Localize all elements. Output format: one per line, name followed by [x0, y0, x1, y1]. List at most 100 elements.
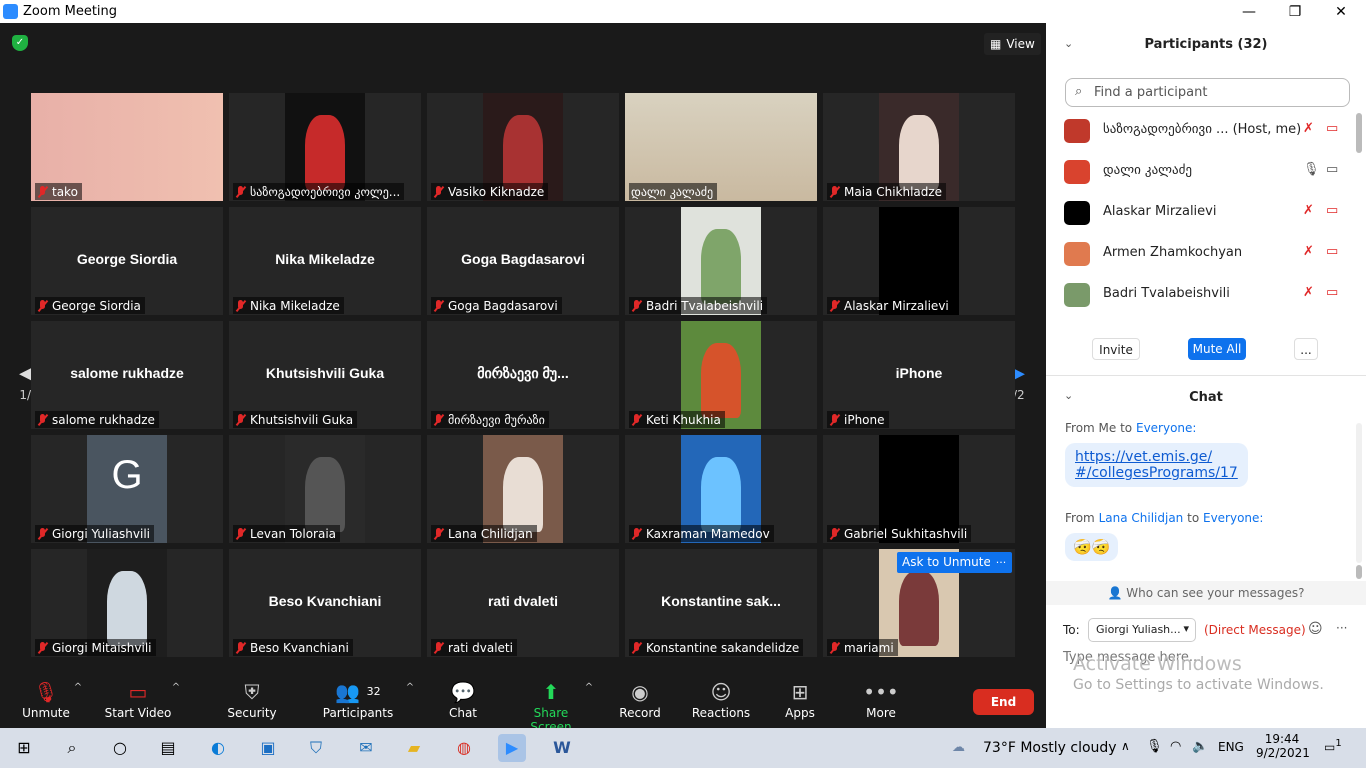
task-view-icon[interactable]: ▤: [154, 734, 182, 762]
video-tile[interactable]: Gabriel Sukhitashvili: [823, 435, 1015, 543]
search-icon[interactable]: ⌕: [58, 734, 86, 762]
chat-link[interactable]: https://vet.emis.ge/#/collegesPrograms/1…: [1075, 449, 1238, 481]
record-button[interactable]: ◉ Record: [614, 678, 666, 720]
restore-button[interactable]: ❐: [1272, 0, 1318, 23]
participant-search-input[interactable]: ⌕ Find a participant: [1065, 78, 1350, 107]
language-indicator[interactable]: ENG: [1218, 740, 1244, 754]
video-options-caret[interactable]: ^: [170, 682, 182, 693]
video-off-icon[interactable]: ▭: [1326, 285, 1338, 300]
participants-more-button[interactable]: ...: [1294, 338, 1318, 360]
video-tile[interactable]: George Siordia George Siordia: [31, 207, 223, 315]
chat-scrollbar[interactable]: [1356, 565, 1362, 579]
video-tile[interactable]: Beso Kvanchiani Beso Kvanchiani: [229, 549, 421, 657]
video-off-icon[interactable]: ▭: [1326, 244, 1338, 259]
mic-muted-icon[interactable]: ✗: [1303, 244, 1314, 259]
msg2-to[interactable]: Everyone:: [1203, 511, 1263, 525]
view-button[interactable]: ▦ View: [984, 33, 1041, 55]
security-button[interactable]: ⛨ Security: [222, 678, 282, 720]
invite-button[interactable]: Invite: [1092, 338, 1140, 360]
reactions-button[interactable]: ☺ Reactions: [690, 678, 752, 720]
video-tile[interactable]: Konstantine sak... Konstantine sakandelid…: [625, 549, 817, 657]
video-tile[interactable]: iPhone iPhone: [823, 321, 1015, 429]
edge-icon[interactable]: ◐: [204, 734, 232, 762]
video-tile[interactable]: Goga Bagdasarovi Goga Bagdasarovi: [427, 207, 619, 315]
share-options-caret[interactable]: ^: [583, 682, 595, 693]
more-button[interactable]: ••• More: [860, 678, 902, 720]
participant-row[interactable]: Badri Tvalabeishvili ✗ ▭: [1046, 275, 1356, 315]
tile-more-button[interactable]: ···: [990, 552, 1012, 573]
link-line-2[interactable]: #/collegesPrograms/17: [1075, 465, 1238, 481]
participant-row[interactable]: დალი კალაძე 🎙 ▭: [1046, 152, 1356, 192]
notification-center-icon[interactable]: ▭1: [1324, 738, 1344, 754]
close-button[interactable]: ✕: [1318, 0, 1364, 23]
video-off-icon[interactable]: ▭: [1326, 121, 1338, 136]
video-tile[interactable]: დალი კალაძე: [625, 93, 817, 201]
emoji-icon[interactable]: ☺: [1308, 621, 1323, 637]
chat-button[interactable]: 💬 Chat: [440, 678, 486, 720]
end-meeting-button[interactable]: End: [973, 689, 1034, 715]
video-tile[interactable]: Khutsishvili Guka Khutsishvili Guka: [229, 321, 421, 429]
zoom-taskbar-icon[interactable]: ▶: [498, 734, 526, 762]
cortana-icon[interactable]: ○: [106, 734, 134, 762]
chrome-icon[interactable]: ◍: [450, 734, 478, 762]
video-icon[interactable]: ▭: [1326, 162, 1338, 177]
minimize-button[interactable]: —: [1226, 0, 1272, 23]
participants-options-caret[interactable]: ^: [404, 682, 416, 693]
unmute-label: Unmute: [22, 706, 70, 720]
windows-start-icon[interactable]: ⊞: [10, 734, 38, 762]
video-tile[interactable]: Vasiko Kiknadze: [427, 93, 619, 201]
video-tile[interactable]: Lana Chilidjan: [427, 435, 619, 543]
mic-muted-icon[interactable]: ✗: [1303, 121, 1314, 136]
link-line-1[interactable]: https://vet.emis.ge/: [1075, 449, 1212, 465]
video-tile[interactable]: tako: [31, 93, 223, 201]
video-tile[interactable]: საზოგადოებრივი კოლე...: [229, 93, 421, 201]
video-tile[interactable]: Kaxraman Mamedov: [625, 435, 817, 543]
video-tile[interactable]: Nika Mikeladze Nika Mikeladze: [229, 207, 421, 315]
weather-text[interactable]: 73°F Mostly cloudy: [983, 740, 1117, 756]
chat-more-icon[interactable]: ···: [1336, 621, 1347, 635]
start-video-button[interactable]: ▭ Start Video: [100, 678, 176, 720]
video-tile[interactable]: Maia Chikhladze: [823, 93, 1015, 201]
store-icon[interactable]: ⛉: [302, 734, 330, 762]
video-tile[interactable]: G Giorgi Yuliashvili: [31, 435, 223, 543]
mic-tray-icon[interactable]: 🎙: [1146, 739, 1163, 754]
mic-muted-icon[interactable]: ✗: [1303, 203, 1314, 218]
encryption-shield-icon[interactable]: ✓: [12, 35, 28, 51]
unmute-button[interactable]: 🎙 Unmute: [18, 678, 74, 720]
control-panel-icon[interactable]: ▣: [254, 734, 282, 762]
wifi-icon[interactable]: ◠: [1170, 739, 1181, 754]
mute-all-button[interactable]: Mute All: [1188, 338, 1246, 360]
participant-row[interactable]: საზოგადოებრივი ... (Host, me) ✗ ▭: [1046, 111, 1356, 151]
participants-button[interactable]: 👥 32 Participants: [322, 678, 394, 720]
participant-row[interactable]: Armen Zhamkochyan ✗ ▭: [1046, 234, 1356, 274]
ask-to-unmute-button[interactable]: Ask to Unmute: [897, 552, 996, 573]
clock[interactable]: 19:44 9/2/2021: [1256, 732, 1310, 760]
video-off-icon[interactable]: ▭: [1326, 203, 1338, 218]
volume-icon[interactable]: 🔈: [1192, 739, 1208, 754]
msg1-to[interactable]: Everyone:: [1136, 421, 1196, 435]
participant-row[interactable]: Alaskar Mirzalievi ✗ ▭: [1046, 193, 1356, 233]
share-screen-button[interactable]: ⬆ Share Screen: [512, 678, 590, 734]
video-tile[interactable]: rati dvaleti rati dvaleti: [427, 549, 619, 657]
word-icon[interactable]: W: [548, 734, 576, 762]
video-tile[interactable]: Alaskar Mirzalievi: [823, 207, 1015, 315]
video-tile[interactable]: Giorgi Mitaishvili: [31, 549, 223, 657]
zoom-app-icon: [3, 4, 18, 19]
who-can-see-link[interactable]: 👤 Who can see your messages?: [1046, 581, 1366, 605]
tray-chevron-icon[interactable]: ∧: [1121, 739, 1130, 753]
apps-button[interactable]: ⊞ Apps: [780, 678, 820, 720]
mic-icon[interactable]: 🎙: [1303, 162, 1320, 177]
video-tile[interactable]: Badri Tvalabeishvili: [625, 207, 817, 315]
msg2-sender[interactable]: Lana Chilidjan: [1099, 511, 1184, 525]
video-tile[interactable]: Keti Khukhia: [625, 321, 817, 429]
video-tile[interactable]: Levan Toloraia: [229, 435, 421, 543]
participants-scrollbar[interactable]: [1356, 113, 1362, 153]
mail-icon[interactable]: ✉: [352, 734, 380, 762]
file-explorer-icon[interactable]: ▰: [400, 734, 428, 762]
share-arrow-icon: ⬆: [542, 680, 560, 704]
video-tile[interactable]: salome rukhadze salome rukhadze: [31, 321, 223, 429]
mic-muted-icon[interactable]: ✗: [1303, 285, 1314, 300]
recipient-select[interactable]: Giorgi Yuliash... ▾: [1088, 618, 1196, 642]
video-tile[interactable]: მირზაევი მუ... მირზაევი მურაზი: [427, 321, 619, 429]
audio-options-caret[interactable]: ^: [72, 682, 84, 693]
